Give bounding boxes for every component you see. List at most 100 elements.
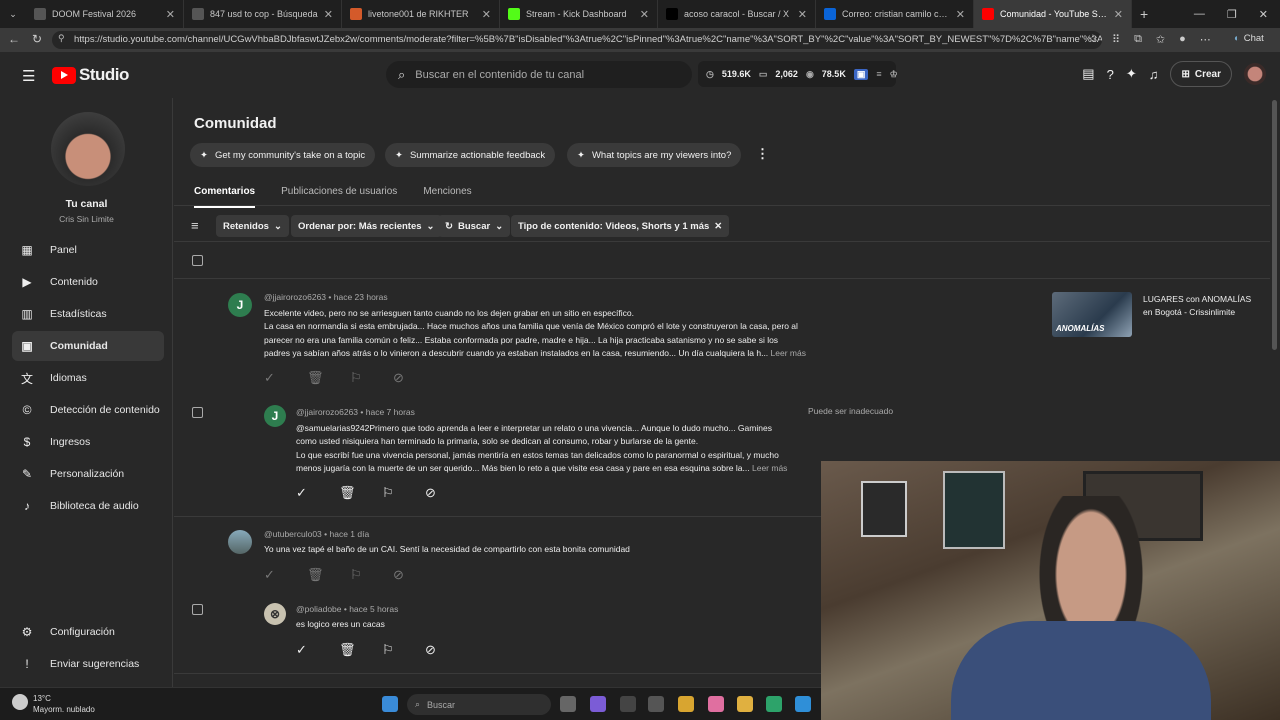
sidebar-item[interactable]: ▥ Estadísticas [12, 299, 164, 329]
block-icon[interactable]: ⊘ [425, 640, 468, 660]
chip-viewer-topics[interactable]: ✦ What topics are my viewers into? [567, 143, 742, 167]
sidebar-item[interactable]: ✎ Personalización [12, 459, 164, 489]
tab-comments[interactable]: Comentarios [194, 186, 256, 208]
edge-icon[interactable] [795, 696, 811, 712]
row-checkbox[interactable] [192, 407, 203, 418]
video-title[interactable]: LUGARES con ANOMALÍAS en Bogotá - Crissi… [1143, 293, 1261, 319]
avatar[interactable]: J [228, 293, 252, 317]
channel-search-input[interactable]: ⌕ Buscar en el contenido de tu canal [386, 61, 692, 88]
minimize-icon[interactable]: — [1194, 8, 1205, 20]
page-scrollbar[interactable] [1272, 100, 1277, 350]
browser-tab[interactable]: Comunidad - YouTube Studio ✕ [974, 0, 1132, 28]
sidebar-item[interactable]: ! Enviar sugerencias [12, 649, 164, 679]
list-icon[interactable]: ≡ [876, 69, 881, 79]
apps-icon[interactable]: ⠿ [1112, 33, 1120, 46]
close-tab-icon[interactable]: ✕ [482, 8, 491, 21]
tab-user-posts[interactable]: Publicaciones de usuarios [281, 186, 397, 197]
trophy-icon[interactable]: ♔ [890, 69, 898, 80]
channel-avatar[interactable] [51, 112, 125, 186]
comment-time[interactable]: hace 5 horas [349, 604, 398, 614]
sidebar-item[interactable]: © Detección de contenido [12, 395, 164, 425]
block-icon[interactable]: ⊘ [393, 368, 436, 388]
avatar[interactable]: J [264, 405, 286, 427]
extension-icon[interactable]: ▣ [853, 68, 869, 80]
select-all-checkbox[interactable] [192, 255, 203, 266]
more-options-icon[interactable]: ⋮ [756, 146, 769, 162]
comment-author[interactable]: @jjairorozo6263 [264, 292, 326, 302]
channel-stats[interactable]: ◷ 519.6K ▭ 2,062 ◉ 78.5K ▣ ≡ ♔ [698, 61, 898, 87]
filter-icon[interactable]: ≡ [191, 218, 199, 233]
browser-tab[interactable]: Correo: cristian camilo castro sote ✕ [816, 0, 974, 28]
chip-summarize-feedback[interactable]: ✦ Summarize actionable feedback [385, 143, 556, 167]
avatar[interactable] [228, 530, 252, 554]
close-tab-icon[interactable]: ✕ [1114, 8, 1123, 21]
approve-icon[interactable]: ✓ [296, 640, 339, 660]
app-icon[interactable] [678, 696, 694, 712]
avatar[interactable]: ⊗ [264, 603, 286, 625]
block-icon[interactable]: ⊘ [425, 483, 468, 503]
help-icon[interactable]: ? [1107, 67, 1114, 82]
tab-menu-icon[interactable]: ⌄ [0, 0, 26, 28]
approve-icon[interactable]: ✓ [264, 368, 307, 388]
chip-community-take[interactable]: ✦ Get my community's take on a topic [190, 143, 376, 167]
close-tab-icon[interactable]: ✕ [166, 8, 175, 21]
captions-icon[interactable]: ▤ [1082, 66, 1094, 82]
copilot-app-icon[interactable] [590, 696, 606, 712]
sidebar-item[interactable]: ▣ Comunidad [12, 331, 164, 361]
account-avatar[interactable] [1244, 63, 1266, 85]
close-tab-icon[interactable]: ✕ [324, 8, 333, 21]
file-explorer-icon[interactable] [737, 696, 753, 712]
browser-tab[interactable]: 847 usd to cop - Búsqueda ✕ [184, 0, 342, 28]
read-more-link[interactable]: Leer más [771, 348, 806, 358]
flag-icon[interactable]: ⚐ [382, 640, 425, 660]
delete-icon[interactable]: 🗑 [307, 565, 350, 585]
browser-tab[interactable]: livetone001 de RIKHTER ✕ [342, 0, 500, 28]
browser-tab[interactable]: Stream - Kick Dashboard ✕ [500, 0, 658, 28]
tab-mentions[interactable]: Menciones [423, 186, 471, 197]
taskbar-search[interactable]: ⌕ Buscar [407, 694, 551, 715]
create-button[interactable]: ⊞ Crear [1170, 61, 1232, 87]
flag-icon[interactable]: ⚐ [382, 483, 425, 503]
browser-tab[interactable]: acoso caracol - Buscar / X ✕ [658, 0, 816, 28]
sidebar-item[interactable]: ♪ Biblioteca de audio [12, 491, 164, 521]
site-info-icon[interactable]: ⚲ [58, 33, 65, 44]
star-icon[interactable]: ☆ [1088, 32, 1098, 45]
filter-search[interactable]: ↻ Buscar ⌄ [438, 215, 511, 237]
task-view-icon[interactable] [560, 696, 576, 712]
sparkle-icon[interactable]: ✦ [1126, 66, 1137, 82]
flag-icon[interactable]: ⚐ [350, 368, 393, 388]
delete-icon[interactable]: 🗑 [339, 483, 382, 503]
reload-icon[interactable]: ↻ [32, 32, 42, 46]
remove-filter-icon[interactable]: ✕ [714, 221, 722, 232]
new-tab-icon[interactable]: + [1132, 6, 1156, 22]
approve-icon[interactable]: ✓ [264, 565, 307, 585]
notifications-icon[interactable]: ♫ [1149, 67, 1159, 82]
sidebar-item[interactable]: $ Ingresos [12, 427, 164, 457]
read-more-link[interactable]: Leer más [752, 463, 787, 473]
block-icon[interactable]: ⊘ [393, 565, 436, 585]
comment-time[interactable]: hace 1 día [329, 529, 369, 539]
extensions-icon[interactable]: ⧉ [1134, 33, 1142, 46]
weather-icon[interactable] [12, 694, 28, 710]
url-field[interactable]: https://studio.youtube.com/channel/UCGwV… [52, 31, 1102, 49]
close-tab-icon[interactable]: ✕ [798, 8, 807, 21]
kick-icon[interactable] [766, 696, 782, 712]
studio-logo[interactable]: Studio [52, 65, 129, 85]
restore-icon[interactable]: ❐ [1227, 8, 1237, 21]
comment-author[interactable]: @jjairorozo6263 [296, 407, 358, 417]
close-tab-icon[interactable]: ✕ [956, 8, 965, 21]
app-icon[interactable] [620, 696, 636, 712]
row-checkbox[interactable] [192, 604, 203, 615]
filter-content-type[interactable]: Tipo de contenido: Videos, Shorts y 1 má… [511, 215, 730, 237]
video-thumbnail[interactable]: ANOMALÍAS [1052, 292, 1132, 337]
comment-author[interactable]: @utuberculo03 [264, 529, 322, 539]
delete-icon[interactable]: 🗑 [339, 640, 382, 660]
delete-icon[interactable]: 🗑 [307, 368, 350, 388]
app-icon[interactable] [648, 696, 664, 712]
close-window-icon[interactable]: ✕ [1259, 8, 1268, 21]
sidebar-item[interactable]: ⚙ Configuración [12, 617, 164, 647]
filter-held[interactable]: Retenidos ⌄ [216, 215, 289, 237]
back-icon[interactable]: ← [8, 32, 20, 46]
comment-time[interactable]: hace 7 horas [366, 407, 415, 417]
comment-author[interactable]: @poliadobe [296, 604, 342, 614]
